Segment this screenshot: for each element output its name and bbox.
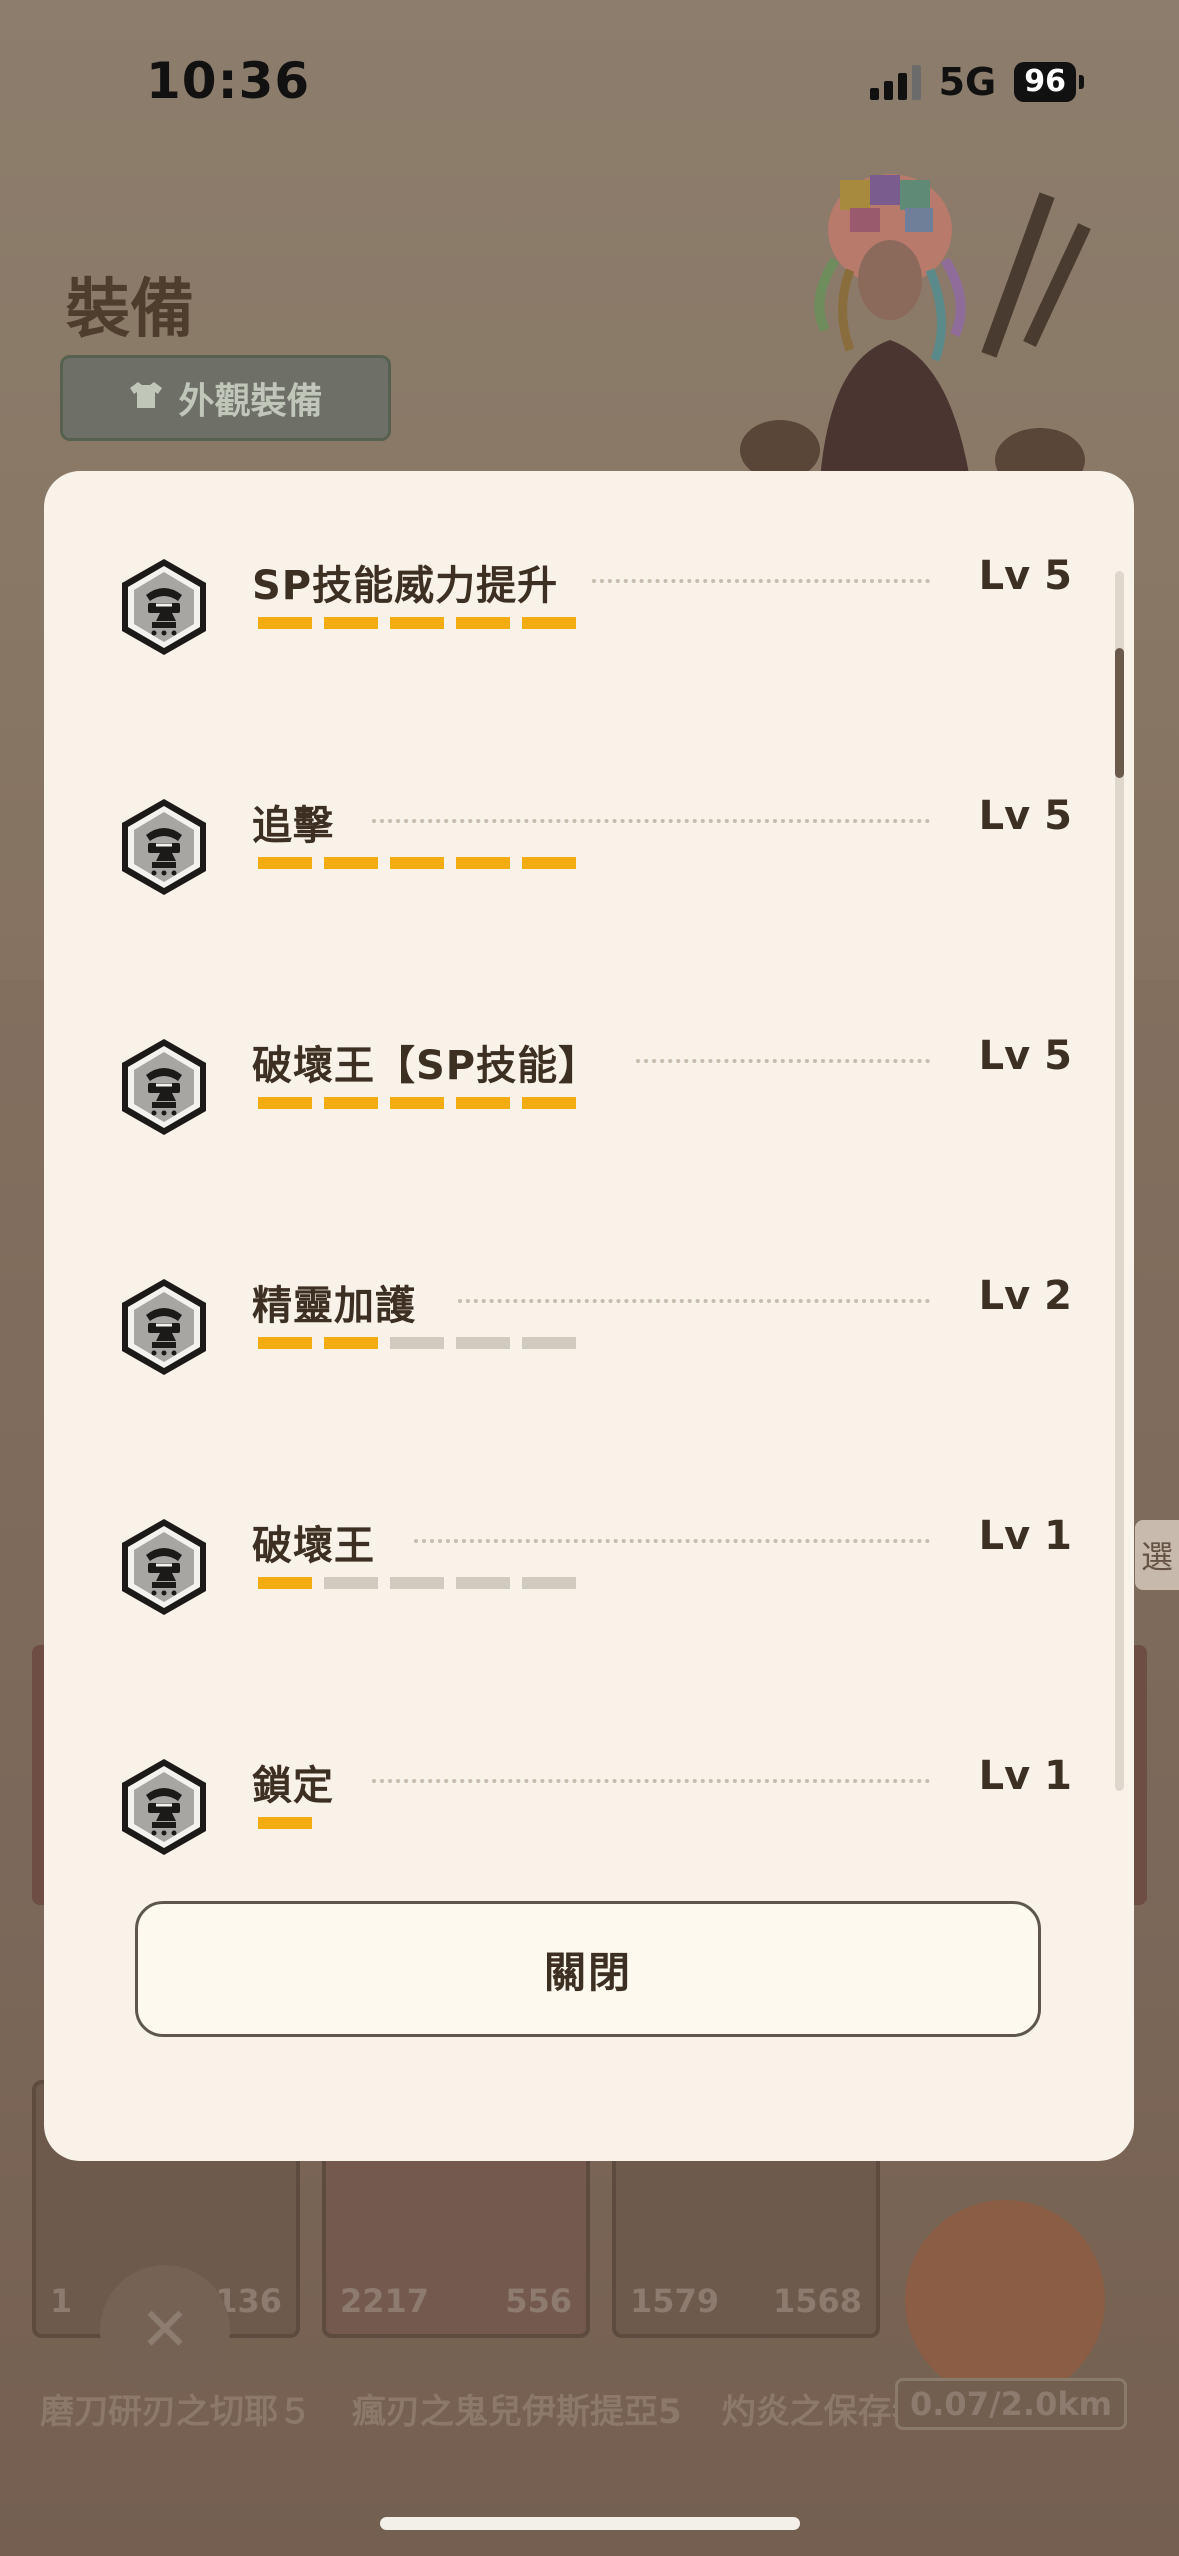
skill-badge-icon [112,1275,216,1379]
level-progress [258,1097,576,1109]
skill-level: Lv 1 [978,1753,1072,1799]
card-stat: 1568 [772,2282,862,2320]
status-time: 10:36 [146,52,311,110]
card-stat: 1579 [630,2282,720,2320]
status-indicators: 5G 96 [869,60,1084,104]
card-name: 磨刀研刃之切耶５ [40,2392,312,2432]
skill-row: SP技能威力提升 Lv 5 [112,553,1072,665]
level-segment-filled [390,857,444,869]
level-segment-empty [456,1337,510,1349]
battery-icon: 96 [1014,62,1084,102]
skin-equipment-button: 外觀裝備 [60,355,391,441]
level-progress [258,1577,576,1589]
level-progress [258,1337,576,1349]
level-progress [258,1817,312,1829]
skill-name: 鎖定 [252,1763,334,1809]
card-name: 瘋刃之鬼兒伊斯提亞5 [352,2392,682,2432]
level-segment-empty [324,1577,378,1589]
dotted-leader [372,1779,930,1783]
dotted-leader [636,1059,930,1063]
skill-name: 追擊 [252,803,334,849]
level-segment-filled [258,1337,312,1349]
skill-badge-icon [112,1515,216,1619]
skill-level: Lv 5 [978,553,1072,599]
level-segment-filled [258,617,312,629]
level-segment-filled [324,1337,378,1349]
skill-row: 追擊 Lv 5 [112,793,1072,905]
skill-row: 精靈加護 Lv 2 [112,1273,1072,1385]
level-segment-empty [522,1337,576,1349]
level-segment-filled [258,1817,312,1829]
level-segment-filled [456,857,510,869]
level-segment-filled [456,1097,510,1109]
battery-level: 96 [1014,62,1076,102]
skill-name: 精靈加護 [252,1283,416,1329]
level-segment-filled [522,1097,576,1109]
home-indicator [380,2517,800,2530]
character-portrait [740,160,1120,492]
distance-label: 0.07/2.0km [895,2378,1127,2430]
level-segment-empty [390,1337,444,1349]
level-segment-filled [258,857,312,869]
scrollbar-thumb[interactable] [1115,648,1124,778]
skill-name: 破壞王 [252,1523,375,1569]
dotted-leader [414,1539,930,1543]
skill-level: Lv 2 [978,1273,1072,1319]
skill-name: SP技能威力提升 [252,563,559,609]
shirt-icon [128,378,164,419]
skill-name: 破壞王【SP技能】 [252,1043,600,1089]
close-button[interactable]: 關閉 [135,1901,1041,2037]
level-segment-filled [324,857,378,869]
card-stat: 2217 [340,2282,430,2320]
distance-orb [905,2200,1105,2400]
skill-level: Lv 1 [978,1513,1072,1559]
level-segment-filled [324,1097,378,1109]
level-segment-filled [390,617,444,629]
card-stat: 556 [505,2282,572,2320]
side-tab: 選 [1135,1520,1179,1590]
level-segment-filled [522,617,576,629]
skill-badge-icon [112,555,216,659]
skill-badge-icon [112,1755,216,1859]
card-stat: 1 [50,2282,73,2320]
network-type: 5G [938,60,997,104]
level-segment-empty [390,1577,444,1589]
equipment-card-names: 磨刀研刃之切耶５ 瘋刃之鬼兒伊斯提亞5 灼炎之保存者改５ [40,2384,994,2433]
level-segment-filled [456,617,510,629]
skill-level: Lv 5 [978,793,1072,839]
skin-equipment-label: 外觀裝備 [178,381,323,422]
level-segment-filled [258,1097,312,1109]
skill-row: 破壞王 Lv 1 [112,1513,1072,1625]
skill-row: 破壞王【SP技能】 Lv 5 [112,1033,1072,1145]
skill-level: Lv 5 [978,1033,1072,1079]
skill-badge-icon [112,795,216,899]
level-segment-filled [522,857,576,869]
dotted-leader [458,1299,930,1303]
dotted-leader [372,819,930,823]
level-segment-filled [258,1577,312,1589]
page-title: 裝備 [66,273,194,347]
skill-badge-icon [112,1035,216,1139]
close-icon: ✕ [100,2265,230,2395]
dotted-leader [592,579,930,583]
level-segment-filled [324,617,378,629]
level-progress [258,857,576,869]
signal-icon [869,64,921,100]
level-segment-empty [456,1577,510,1589]
level-segment-empty [522,1577,576,1589]
level-segment-filled [390,1097,444,1109]
skill-row: 鎖定 Lv 1 [112,1753,1072,1865]
level-progress [258,617,576,629]
